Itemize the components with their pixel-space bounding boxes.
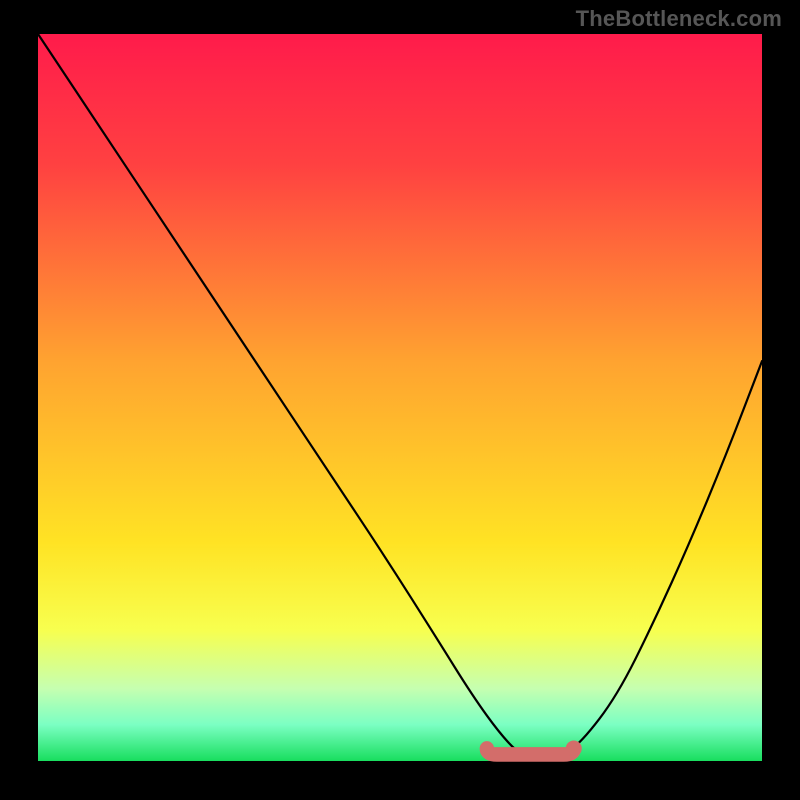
bottleneck-chart (0, 0, 800, 800)
chart-frame: TheBottleneck.com (0, 0, 800, 800)
plot-background (38, 34, 762, 761)
optimal-range-end-dot (566, 740, 582, 756)
optimal-range-marker (487, 748, 574, 754)
